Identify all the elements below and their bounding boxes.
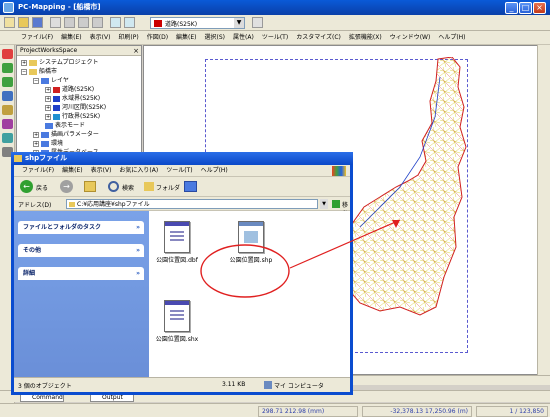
annotation-overlay [200, 219, 401, 298]
highlight-circle [200, 244, 290, 298]
annotation-arrow [289, 219, 401, 269]
arrow-head-icon [392, 220, 400, 228]
